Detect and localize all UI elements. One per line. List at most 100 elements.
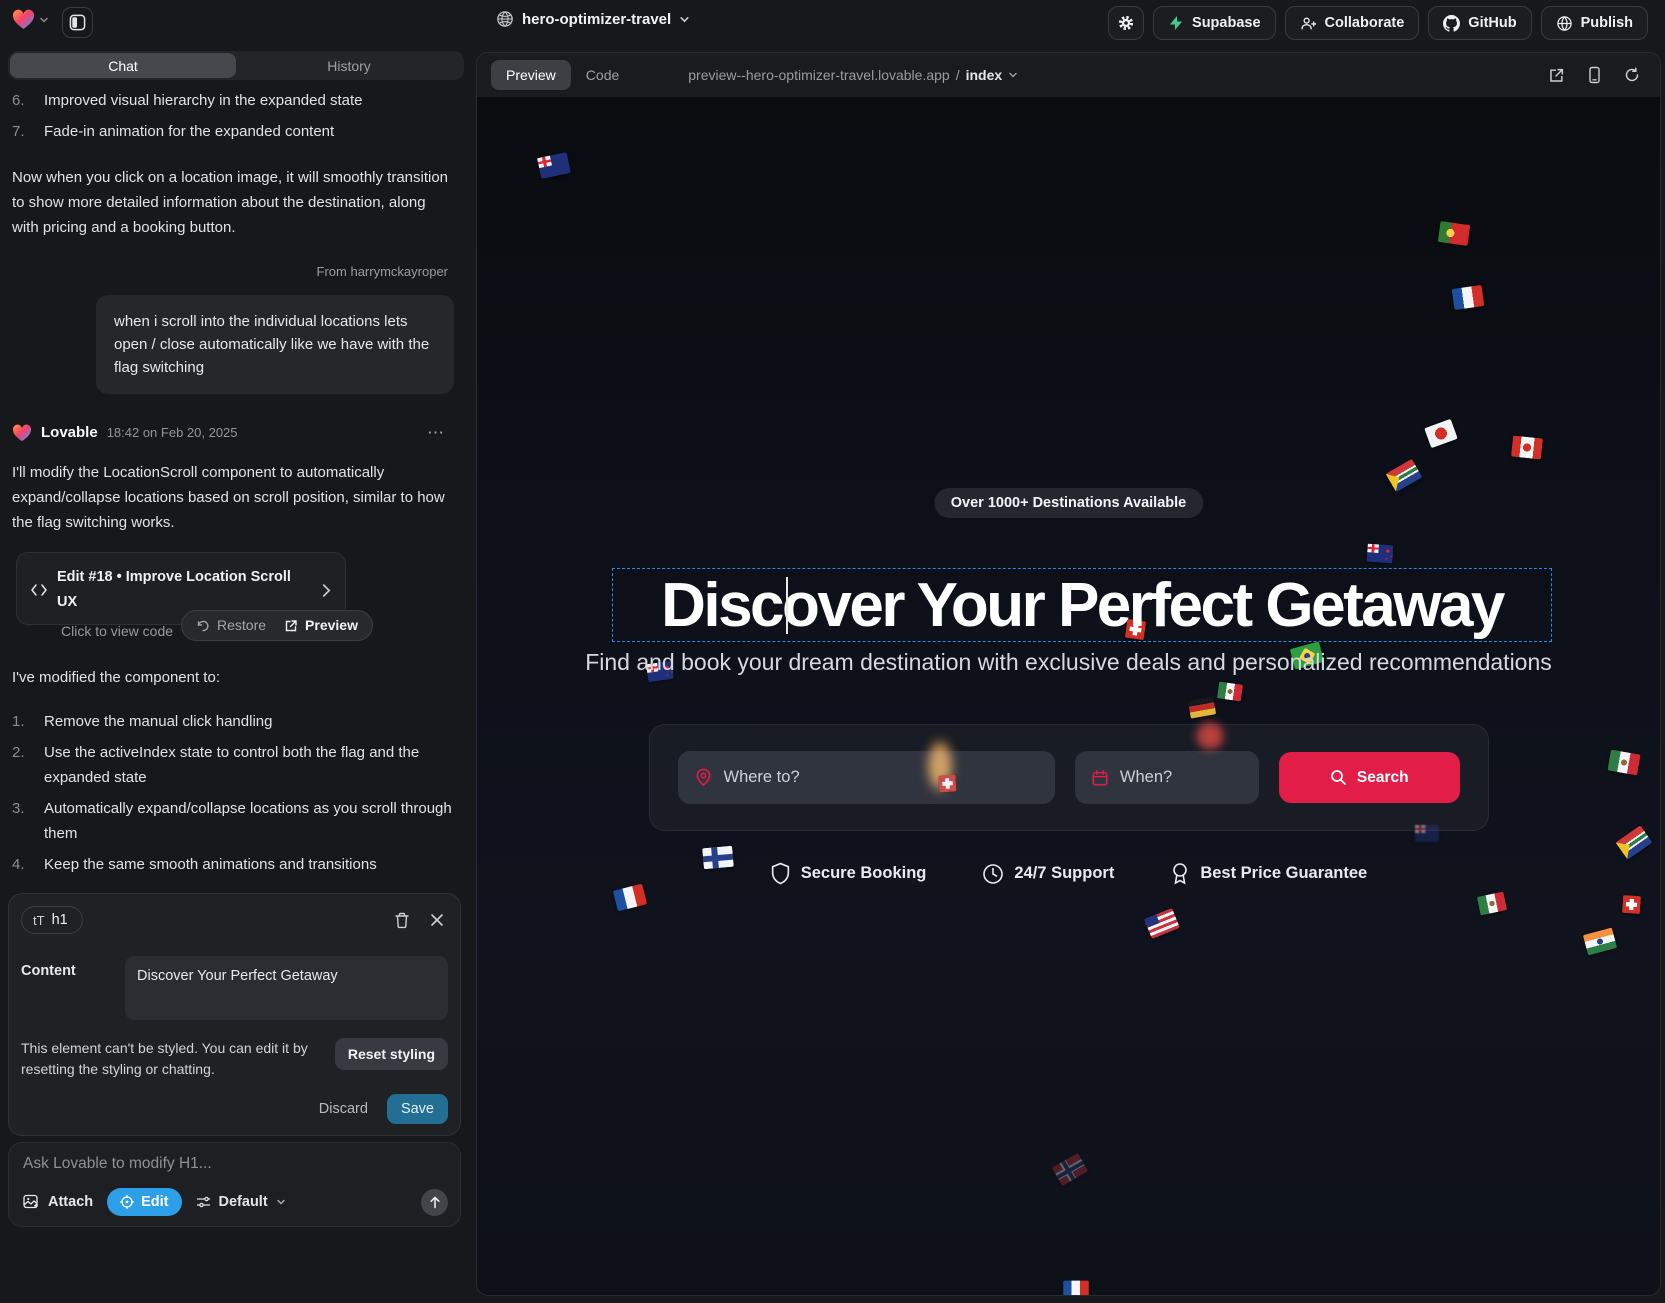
assistant-list: 6.Improved visual hierarchy in the expan… [12, 88, 454, 144]
preview-panel: Preview Code preview--hero-optimizer-tra… [476, 52, 1661, 1296]
topbar-actions: Supabase Collaborate GitHub Publish [1108, 6, 1648, 40]
clock-icon [982, 863, 1004, 885]
edit-card-group: Edit #18 • Improve Location Scroll UX Cl… [12, 552, 454, 642]
gear-icon [1117, 14, 1135, 32]
flag-jp-icon [1424, 419, 1457, 448]
chat-input[interactable] [23, 1155, 446, 1173]
delete-element-button[interactable] [394, 912, 410, 929]
tab-history[interactable]: History [236, 53, 462, 78]
list-item: 1.Remove the manual click handling [12, 709, 454, 734]
message-author-label: From harrymckayroper [12, 259, 454, 284]
project-switcher[interactable]: hero-optimizer-travel [496, 10, 690, 28]
sliders-icon [196, 1195, 211, 1209]
destinations-badge: Over 1000+ Destinations Available [934, 488, 1203, 518]
chat-history-tabs: Chat History [8, 51, 464, 80]
flag-mx-icon [1477, 891, 1507, 915]
sidebar-toggle-button[interactable] [62, 7, 93, 38]
list-item: 6.Improved visual hierarchy in the expan… [12, 88, 454, 113]
tab-chat[interactable]: Chat [10, 53, 236, 78]
mobile-view-button[interactable] [1588, 66, 1601, 84]
content-field-input[interactable]: Discover Your Perfect Getaway [125, 956, 448, 1020]
lovable-logo-menu[interactable] [12, 9, 49, 30]
search-button[interactable]: Search [1279, 752, 1460, 803]
flag-ca-icon [1511, 435, 1543, 459]
restore-icon [196, 619, 210, 633]
open-in-new-tab-button[interactable] [1548, 66, 1565, 84]
assistant-paragraph: Now when you click on a location image, … [12, 165, 454, 240]
flag-nz-icon [1367, 544, 1394, 564]
url-separator: / [956, 67, 960, 83]
preview-version-button[interactable]: Preview [284, 613, 358, 638]
calendar-icon [1091, 769, 1109, 787]
flag-ch-icon [1622, 895, 1641, 914]
model-select-button[interactable]: Default [196, 1194, 286, 1210]
chevron-down-icon [39, 15, 49, 25]
assistant-paragraph: I've modified the component to: [12, 665, 454, 690]
message-timestamp: 18:42 on Feb 20, 2025 [107, 420, 238, 445]
destination-input[interactable] [724, 768, 1039, 787]
feature-support: 24/7 Support [982, 862, 1114, 885]
element-tag-label: h1 [52, 912, 68, 928]
date-input[interactable] [1120, 768, 1243, 787]
lovable-heart-icon [12, 9, 35, 30]
flag-us-icon [1144, 908, 1180, 939]
github-icon [1443, 15, 1460, 32]
flag-de-icon [1188, 696, 1216, 718]
date-field[interactable] [1075, 751, 1259, 804]
supabase-button[interactable]: Supabase [1153, 6, 1276, 40]
content-field-label: Content [21, 956, 125, 1020]
version-actions-pill: Restore Preview [181, 610, 373, 641]
flag-au-icon [537, 152, 571, 179]
globe-icon [496, 10, 514, 28]
url-page: index [966, 67, 1003, 83]
flag-za-icon [1386, 459, 1422, 492]
send-button[interactable] [421, 1189, 448, 1216]
map-pin-icon [694, 768, 713, 787]
reset-styling-button[interactable]: Reset styling [335, 1038, 448, 1070]
tab-preview[interactable]: Preview [491, 60, 571, 90]
save-button[interactable]: Save [387, 1094, 448, 1124]
shield-icon [770, 862, 791, 885]
tab-code[interactable]: Code [571, 60, 634, 90]
attach-button[interactable]: Attach [23, 1194, 93, 1210]
refresh-icon [1624, 67, 1640, 83]
user-message-bubble: when i scroll into the individual locati… [96, 295, 454, 394]
chevron-right-icon [322, 584, 331, 597]
list-item: 3.Automatically expand/collapse location… [12, 796, 454, 846]
target-icon [120, 1195, 134, 1209]
trash-icon [394, 912, 410, 929]
assistant-message-header: Lovable 18:42 on Feb 20, 2025 ⋯ [12, 420, 454, 445]
image-icon [23, 1194, 40, 1210]
collaborate-button[interactable]: Collaborate [1285, 6, 1420, 40]
url-host: preview--hero-optimizer-travel.lovable.a… [688, 67, 949, 83]
flag-pt-icon [1438, 221, 1471, 246]
settings-button[interactable] [1108, 6, 1144, 40]
mobile-phone-icon [1588, 66, 1601, 84]
restore-button[interactable]: Restore [196, 613, 266, 638]
close-panel-button[interactable] [430, 912, 444, 929]
list-item: 4.Keep the same smooth animations and tr… [12, 852, 454, 877]
chevron-down-icon [1008, 70, 1018, 80]
assistant-name: Lovable [41, 420, 98, 445]
lovable-app: hero-optimizer-travel Supabase [0, 0, 1665, 1303]
publish-button[interactable]: Publish [1541, 6, 1648, 40]
message-more-button[interactable]: ⋯ [427, 420, 454, 445]
external-link-icon [284, 619, 298, 633]
chat-log[interactable]: 6.Improved visual hierarchy in the expan… [8, 88, 464, 888]
chat-composer: Attach Edit Default [8, 1142, 461, 1227]
preview-url-bar[interactable]: preview--hero-optimizer-travel.lovable.a… [688, 67, 1018, 83]
h1-selection-box[interactable]: Discover Your Perfect Getaway [612, 568, 1552, 642]
assistant-paragraph: I'll modify the LocationScroll component… [12, 460, 454, 535]
discard-button[interactable]: Discard [319, 1101, 368, 1117]
project-name: hero-optimizer-travel [522, 11, 671, 28]
code-icon [31, 584, 47, 596]
edit-mode-button[interactable]: Edit [107, 1188, 181, 1216]
destination-field[interactable] [678, 751, 1055, 804]
site-viewport: Over 1000+ Destinations Available Discov… [477, 97, 1660, 1296]
element-tag-badge[interactable]: tT h1 [21, 906, 83, 934]
external-link-icon [1548, 67, 1565, 84]
chevron-down-icon [276, 1197, 286, 1207]
lovable-heart-icon [12, 424, 32, 442]
github-button[interactable]: GitHub [1428, 6, 1531, 40]
refresh-button[interactable] [1624, 66, 1640, 84]
